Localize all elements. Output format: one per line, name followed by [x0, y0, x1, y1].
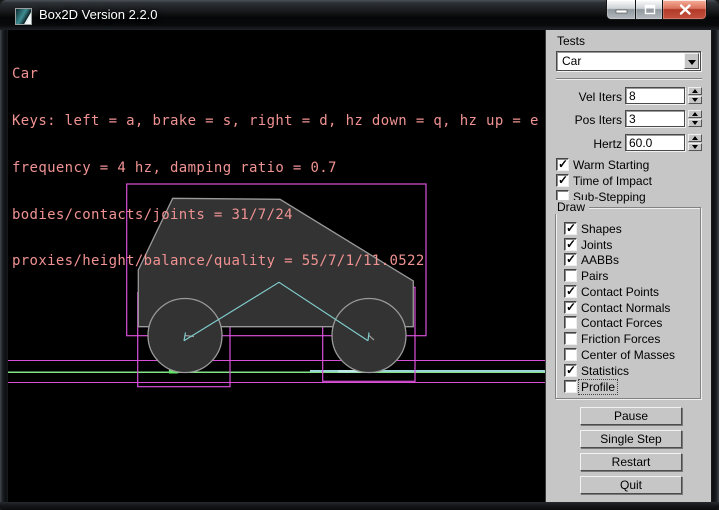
vel-iters-label: Vel Iters — [546, 90, 622, 104]
vel-iters-spinner — [688, 87, 702, 104]
vel-iters-spin-down-button[interactable] — [688, 96, 702, 104]
vel-iters-spin-up-button[interactable] — [688, 87, 702, 95]
close-icon — [663, 0, 708, 20]
checkbox-box: ✓ — [556, 158, 569, 171]
hertz-row: Hertz — [546, 134, 704, 152]
checkbox-label: Profile — [579, 380, 617, 394]
check-icon: ✓ — [558, 157, 568, 171]
stats-line-keys: Keys: left = a, brake = s, right = d, hz… — [12, 114, 539, 130]
minimize-icon — [607, 0, 637, 20]
quit-button[interactable]: Quit — [580, 476, 682, 494]
checkbox-label: Time of Impact — [573, 174, 652, 188]
window-border-left — [0, 30, 8, 502]
checkbox-box: ✓ — [564, 238, 577, 251]
arrow-down-icon — [692, 145, 698, 149]
checkbox-box: ✓ — [564, 364, 577, 377]
checkbox-label: Contact Points — [581, 285, 659, 299]
stats-line-title: Car — [12, 67, 539, 83]
arrow-up-icon — [692, 89, 698, 93]
restart-button[interactable]: Restart — [580, 453, 682, 471]
checkbox-label: Friction Forces — [581, 332, 660, 346]
checkbox-label: Statistics — [581, 364, 629, 378]
hertz-label: Hertz — [546, 137, 622, 151]
checkbox-label: Warm Starting — [573, 158, 649, 172]
stats-line-proxies: proxies/height/balance/quality = 55/7/1/… — [12, 254, 539, 270]
maximize-button[interactable] — [635, 0, 663, 20]
close-button[interactable] — [662, 0, 707, 20]
checkbox-box: ✓ — [564, 301, 577, 314]
check-icon: ✓ — [566, 221, 576, 235]
checkbox-box — [564, 269, 577, 282]
titlebar[interactable]: Box2D Version 2.2.0 — [0, 0, 719, 30]
stats-line-frequency: frequency = 4 hz, damping ratio = 0.7 — [12, 161, 539, 177]
app-window: Box2D Version 2.2.0 — [0, 0, 719, 510]
checkbox-label: Center of Masses — [581, 348, 675, 362]
checkbox-box — [564, 316, 577, 329]
checkbox-box: ✓ — [564, 222, 577, 235]
single-step-button[interactable]: Single Step — [580, 430, 682, 448]
arrow-up-icon — [692, 112, 698, 116]
hertz-input[interactable] — [625, 134, 685, 151]
draw-group-title: Draw — [553, 200, 589, 214]
control-panel: Tests Car Vel Iters Pos Iters — [545, 30, 711, 502]
caption-buttons — [606, 0, 707, 21]
check-icon: ✓ — [566, 284, 576, 298]
checkbox-label: Pairs — [581, 269, 608, 283]
window-border-bottom — [0, 502, 719, 510]
check-icon: ✓ — [566, 363, 576, 377]
hertz-spin-up-button[interactable] — [688, 134, 702, 142]
check-icon: ✓ — [558, 173, 568, 187]
check-icon: ✓ — [566, 237, 576, 251]
pos-iters-row: Pos Iters — [546, 110, 704, 128]
maximize-icon — [636, 0, 664, 20]
vel-iters-input[interactable] — [625, 87, 685, 104]
checkbox-box: ✓ — [564, 253, 577, 266]
app-icon — [15, 8, 32, 25]
check-icon: ✓ — [566, 300, 576, 314]
check-icon: ✓ — [566, 252, 576, 266]
separator — [556, 78, 702, 80]
pos-iters-spinner — [688, 110, 702, 127]
checkbox-label: Shapes — [581, 222, 622, 236]
tests-dropdown-value: Car — [562, 54, 581, 68]
pos-iters-spin-up-button[interactable] — [688, 110, 702, 118]
statistics-text: Car Keys: left = a, brake = s, right = d… — [12, 36, 539, 301]
arrow-up-icon — [692, 136, 698, 140]
vel-iters-row: Vel Iters — [546, 87, 704, 105]
tests-dropdown[interactable]: Car — [556, 51, 701, 71]
pos-iters-label: Pos Iters — [546, 113, 622, 127]
simulation-canvas[interactable]: Car Keys: left = a, brake = s, right = d… — [8, 30, 545, 502]
tests-dropdown-button[interactable] — [684, 53, 699, 69]
window-title: Box2D Version 2.2.0 — [39, 7, 158, 22]
pos-iters-input[interactable] — [625, 110, 685, 127]
pos-iters-spin-down-button[interactable] — [688, 119, 702, 127]
tests-label: Tests — [557, 34, 585, 48]
checkbox-label: Contact Normals — [581, 301, 670, 315]
arrow-down-icon — [692, 121, 698, 125]
checkbox-box: ✓ — [564, 285, 577, 298]
arrow-down-icon — [692, 98, 698, 102]
minimize-button[interactable] — [606, 0, 636, 20]
window-border-right — [711, 30, 719, 502]
checkbox-box: ✓ — [556, 174, 569, 187]
pause-button[interactable]: Pause — [580, 407, 682, 425]
checkbox-label: AABBs — [581, 253, 619, 267]
checkbox-box — [564, 348, 577, 361]
stats-line-counts: bodies/contacts/joints = 31/7/24 — [12, 208, 539, 224]
hertz-spin-down-button[interactable] — [688, 143, 702, 151]
checkbox-label: Contact Forces — [581, 316, 662, 330]
checkbox-box — [564, 332, 577, 345]
hertz-spinner — [688, 134, 702, 151]
checkbox-box — [564, 380, 577, 393]
checkbox-label: Joints — [581, 238, 612, 252]
chevron-down-icon — [688, 60, 696, 65]
